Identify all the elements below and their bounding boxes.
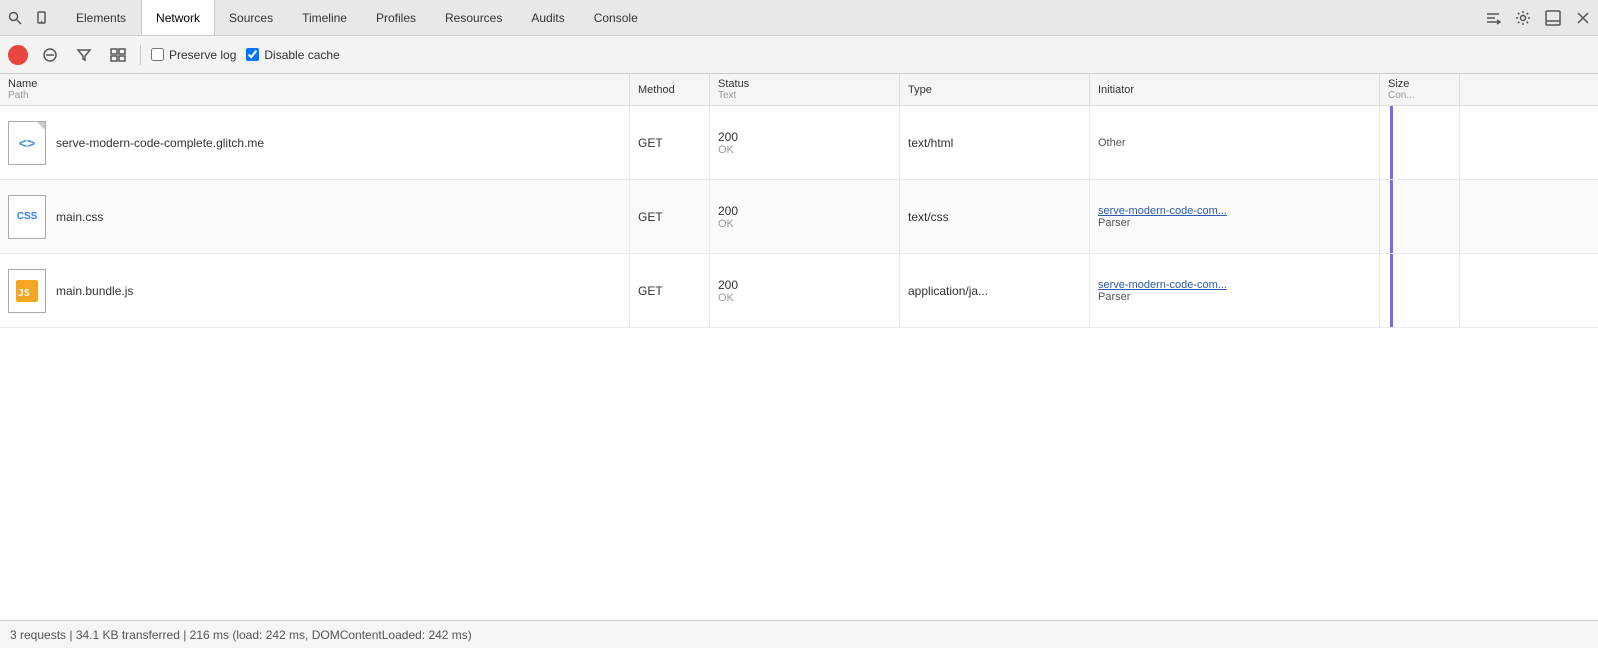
td-initiator-3: serve-modern-code-com... Parser — [1090, 254, 1380, 327]
td-name-1: <> serve-modern-code-complete.glitch.me — [0, 106, 630, 179]
td-waterfall-2 — [1380, 180, 1460, 253]
waterfall-bar — [1390, 180, 1393, 253]
js-file-icon: JS — [8, 269, 46, 313]
td-initiator-1: Other — [1090, 106, 1380, 179]
td-name-3: JS main.bundle.js — [0, 254, 630, 327]
dock-icon[interactable] — [1542, 7, 1564, 29]
td-status-3: 200 OK — [710, 254, 900, 327]
settings-icon[interactable] — [1512, 7, 1534, 29]
tab-profiles[interactable]: Profiles — [362, 0, 431, 35]
waterfall-bar — [1390, 106, 1393, 179]
td-waterfall-3 — [1380, 254, 1460, 327]
disable-cache-label[interactable]: Disable cache — [246, 48, 339, 62]
td-type-2: text/css — [900, 180, 1090, 253]
clear-button[interactable] — [38, 43, 62, 67]
svg-text:JS: JS — [18, 288, 30, 299]
search-icon[interactable] — [4, 7, 26, 29]
top-nav: Elements Network Sources Timeline Profil… — [0, 0, 1598, 36]
record-button[interactable] — [8, 45, 28, 65]
waterfall-bar — [1390, 254, 1393, 327]
preserve-log-label[interactable]: Preserve log — [151, 48, 236, 62]
table-header: Name Path Method Status Text Type Initia… — [0, 74, 1598, 106]
td-status-2: 200 OK — [710, 180, 900, 253]
tab-audits[interactable]: Audits — [517, 0, 579, 35]
css-file-icon: CSS — [8, 195, 46, 239]
filter-button[interactable] — [72, 43, 96, 67]
html-file-icon: <> — [8, 121, 46, 165]
td-method-3: GET — [630, 254, 710, 327]
disable-cache-checkbox[interactable] — [246, 48, 259, 61]
tab-elements[interactable]: Elements — [62, 0, 141, 35]
preserve-log-checkbox[interactable] — [151, 48, 164, 61]
table-body: <> serve-modern-code-complete.glitch.me … — [0, 106, 1598, 620]
device-icon[interactable] — [32, 7, 54, 29]
toolbar-divider — [140, 45, 141, 65]
th-name: Name Path — [0, 74, 630, 105]
console-drawer-icon[interactable] — [1482, 7, 1504, 29]
td-name-2: CSS main.css — [0, 180, 630, 253]
th-method: Method — [630, 74, 710, 105]
network-table: Name Path Method Status Text Type Initia… — [0, 74, 1598, 620]
td-status-1: 200 OK — [710, 106, 900, 179]
td-type-1: text/html — [900, 106, 1090, 179]
tab-sources[interactable]: Sources — [215, 0, 288, 35]
table-row[interactable]: CSS main.css GET 200 OK text/css serve-m… — [0, 180, 1598, 254]
top-nav-icons — [4, 7, 54, 29]
view-toggle-button[interactable] — [106, 43, 130, 67]
tab-network[interactable]: Network — [141, 0, 215, 35]
th-initiator: Initiator — [1090, 74, 1380, 105]
th-type: Type — [900, 74, 1090, 105]
td-type-3: application/ja... — [900, 254, 1090, 327]
td-waterfall-1 — [1380, 106, 1460, 179]
table-row[interactable]: <> serve-modern-code-complete.glitch.me … — [0, 106, 1598, 180]
tab-resources[interactable]: Resources — [431, 0, 517, 35]
status-bar: 3 requests | 34.1 KB transferred | 216 m… — [0, 620, 1598, 648]
th-size: Size Con... — [1380, 74, 1460, 105]
tab-timeline[interactable]: Timeline — [288, 0, 362, 35]
td-method-2: GET — [630, 180, 710, 253]
top-nav-right — [1482, 7, 1594, 29]
td-method-1: GET — [630, 106, 710, 179]
toolbar: Preserve log Disable cache — [0, 36, 1598, 74]
td-initiator-2: serve-modern-code-com... Parser — [1090, 180, 1380, 253]
table-row[interactable]: JS main.bundle.js GET 200 OK application… — [0, 254, 1598, 328]
tab-console[interactable]: Console — [580, 0, 653, 35]
th-status: Status Text — [710, 74, 900, 105]
close-icon[interactable] — [1572, 7, 1594, 29]
nav-tabs: Elements Network Sources Timeline Profil… — [62, 0, 1482, 35]
